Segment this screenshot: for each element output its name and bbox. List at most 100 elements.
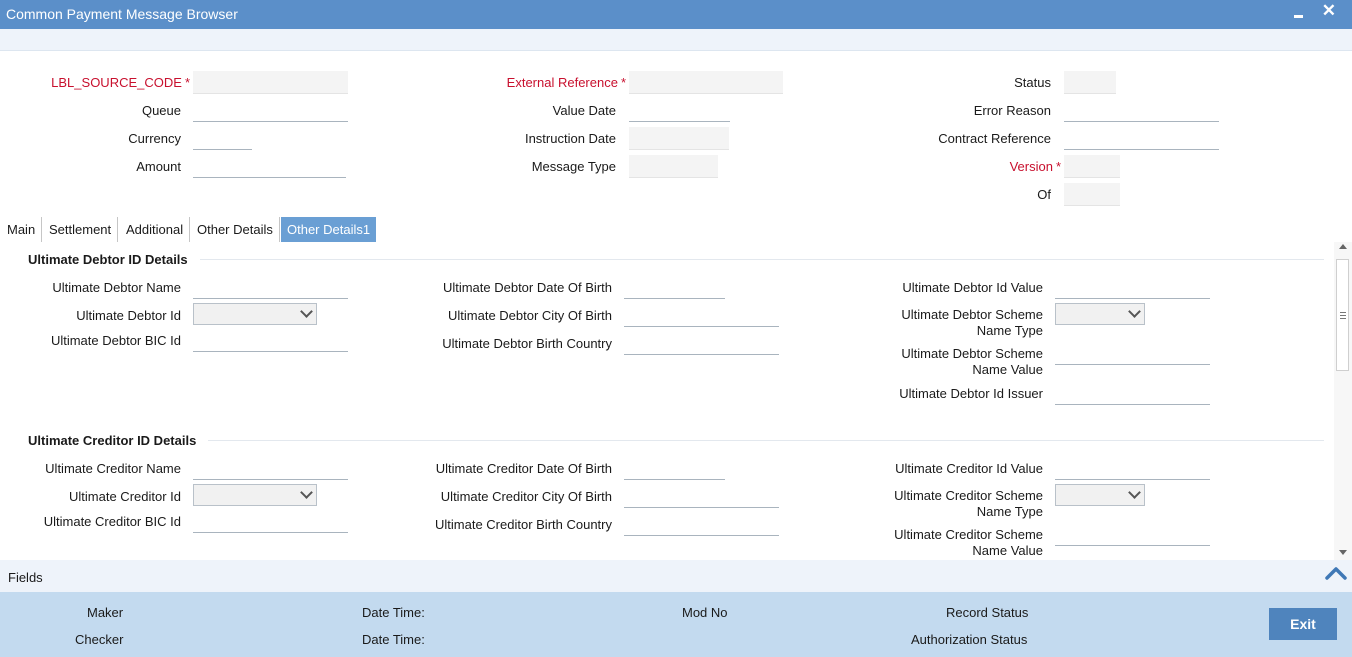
debtor-bic-input[interactable] (193, 329, 348, 352)
debtor-country-label: Ultimate Debtor Birth Country (442, 336, 612, 351)
of-input[interactable] (1064, 183, 1120, 206)
creditor-city-label: Ultimate Creditor City Of Birth (440, 489, 612, 504)
creditor-bic-input[interactable] (193, 510, 348, 533)
creditor-id-value-label: Ultimate Creditor Id Value (895, 461, 1043, 476)
error-reason-label: Error Reason (973, 103, 1051, 118)
message-type-input[interactable] (629, 155, 718, 178)
creditor-id-select[interactable] (193, 484, 317, 506)
debtor-scheme-type-label: Ultimate Debtor Scheme Name Type (901, 307, 1043, 338)
creditor-id-label: Ultimate Creditor Id (69, 489, 181, 504)
tab-other-details[interactable]: Other Details (191, 217, 280, 242)
creditor-dob-input[interactable] (624, 457, 725, 480)
debtor-scheme-type-select[interactable] (1055, 303, 1145, 325)
debtor-issuer-label: Ultimate Debtor Id Issuer (899, 386, 1043, 401)
creditor-dob-label: Ultimate Creditor Date Of Birth (435, 461, 612, 476)
close-icon[interactable]: ✕ (1322, 1, 1336, 21)
panel-scrollbar[interactable] (1334, 242, 1352, 560)
toolbar-strip (0, 29, 1352, 51)
chevron-up-icon[interactable] (1325, 566, 1347, 580)
debtor-dob-input[interactable] (624, 276, 725, 299)
minimize-icon[interactable] (1290, 2, 1306, 24)
queue-label: Queue (141, 103, 181, 118)
debtor-name-input[interactable] (193, 276, 348, 299)
amount-input[interactable] (193, 155, 346, 178)
error-reason-input[interactable] (1064, 99, 1219, 122)
chevron-down-icon (300, 305, 313, 318)
version-input[interactable] (1064, 155, 1120, 178)
title-bar: Common Payment Message Browser ✕ (0, 0, 1352, 29)
debtor-bic-label: Ultimate Debtor BIC Id (50, 333, 181, 348)
of-label: Of (1037, 187, 1051, 202)
debtor-scheme-value-input[interactable] (1055, 342, 1210, 365)
scroll-down-icon[interactable] (1339, 550, 1347, 555)
debtor-scheme-value-label: Ultimate Debtor Scheme Name Value (901, 346, 1043, 377)
external-reference-input[interactable] (629, 71, 783, 94)
window-title: Common Payment Message Browser (6, 6, 238, 22)
currency-label: Currency (128, 131, 181, 146)
authorization-status-label: Authorization Status (911, 632, 1028, 647)
tab-settlement[interactable]: Settlement (43, 217, 119, 242)
audit-footer: Maker Checker Date Time: Date Time: Mod … (0, 592, 1352, 657)
tab-other-details1[interactable]: Other Details1 (281, 217, 377, 242)
instruction-date-input[interactable] (629, 127, 729, 150)
version-label: Version * (1009, 159, 1061, 174)
debtor-id-label: Ultimate Debtor Id (76, 308, 181, 323)
exit-button[interactable]: Exit (1269, 608, 1337, 640)
tab-main[interactable]: Main (1, 217, 43, 242)
creditor-id-value-input[interactable] (1055, 457, 1210, 480)
amount-label: Amount (136, 159, 181, 174)
debtor-dob-label: Ultimate Debtor Date Of Birth (442, 280, 612, 295)
record-status-label: Record Status (946, 605, 1029, 620)
tab-additional[interactable]: Additional (120, 217, 191, 242)
grip-icon (1340, 312, 1346, 319)
value-date-label: Value Date (552, 103, 616, 118)
queue-input[interactable] (193, 99, 348, 122)
debtor-country-input[interactable] (624, 332, 779, 355)
chevron-down-icon (300, 486, 313, 499)
creditor-country-label: Ultimate Creditor Birth Country (435, 517, 612, 532)
status-label: Status (1014, 75, 1051, 90)
creditor-scheme-value-input[interactable] (1055, 523, 1210, 546)
status-input[interactable] (1064, 71, 1116, 94)
scroll-thumb[interactable] (1336, 259, 1349, 371)
value-date-input[interactable] (629, 99, 730, 122)
scroll-up-icon[interactable] (1339, 244, 1347, 249)
maker-label: Maker (87, 605, 124, 620)
creditor-section-title: Ultimate Creditor ID Details (28, 433, 197, 448)
creditor-scheme-value-label: Ultimate Creditor Scheme Name Value (894, 527, 1043, 558)
creditor-scheme-type-select[interactable] (1055, 484, 1145, 506)
creditor-name-label: Ultimate Creditor Name (45, 461, 181, 476)
contract-reference-label: Contract Reference (938, 131, 1051, 146)
fields-bar: Fields (0, 560, 1352, 592)
external-reference-label: External Reference * (506, 75, 626, 90)
tab-panel: Ultimate Debtor ID Details Ultimate Debt… (0, 242, 1352, 560)
creditor-bic-label: Ultimate Creditor BIC Id (43, 514, 181, 529)
debtor-section-title: Ultimate Debtor ID Details (28, 252, 188, 267)
section-divider (200, 259, 1324, 260)
debtor-city-input[interactable] (624, 304, 779, 327)
source-code-input[interactable] (193, 71, 348, 94)
source-code-label: LBL_SOURCE_CODE * (51, 75, 190, 90)
creditor-city-input[interactable] (624, 485, 779, 508)
debtor-issuer-input[interactable] (1055, 382, 1210, 405)
chevron-down-icon (1128, 305, 1141, 318)
mod-no-label: Mod No (682, 605, 728, 620)
checker-date-time-label: Date Time: (362, 632, 425, 647)
debtor-id-value-label: Ultimate Debtor Id Value (902, 280, 1043, 295)
message-type-label: Message Type (531, 159, 616, 174)
chevron-down-icon (1128, 486, 1141, 499)
debtor-id-value-input[interactable] (1055, 276, 1210, 299)
debtor-name-label: Ultimate Debtor Name (52, 280, 181, 295)
debtor-id-select[interactable] (193, 303, 317, 325)
instruction-date-label: Instruction Date (524, 131, 616, 146)
checker-label: Checker (75, 632, 124, 647)
creditor-scheme-type-label: Ultimate Creditor Scheme Name Type (894, 488, 1043, 519)
currency-input[interactable] (193, 127, 252, 150)
section-divider (208, 440, 1324, 441)
contract-reference-input[interactable] (1064, 127, 1219, 150)
fields-link[interactable]: Fields (8, 570, 43, 585)
maker-date-time-label: Date Time: (362, 605, 425, 620)
creditor-name-input[interactable] (193, 457, 348, 480)
debtor-city-label: Ultimate Debtor City Of Birth (448, 308, 612, 323)
creditor-country-input[interactable] (624, 513, 779, 536)
